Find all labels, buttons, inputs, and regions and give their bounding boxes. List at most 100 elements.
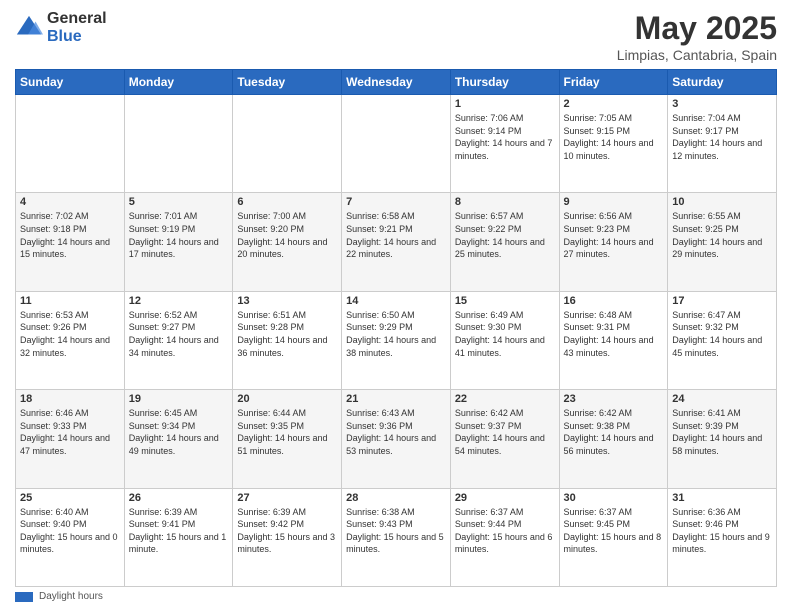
day-info: Sunrise: 7:05 AMSunset: 9:15 PMDaylight:… xyxy=(564,112,664,162)
day-info: Sunrise: 6:36 AMSunset: 9:46 PMDaylight:… xyxy=(672,506,772,556)
day-number: 11 xyxy=(20,295,120,307)
day-number: 7 xyxy=(346,196,446,208)
day-number: 5 xyxy=(129,196,229,208)
calendar-cell: 20 Sunrise: 6:44 AMSunset: 9:35 PMDayligh… xyxy=(233,390,342,488)
legend-label: Daylight hours xyxy=(39,591,103,602)
calendar-week-row: 1 Sunrise: 7:06 AMSunset: 9:14 PMDaylight… xyxy=(16,95,777,193)
day-number: 21 xyxy=(346,393,446,405)
calendar-cell: 9 Sunrise: 6:56 AMSunset: 9:23 PMDaylight… xyxy=(559,193,668,291)
day-number: 16 xyxy=(564,295,664,307)
calendar-cell: 10Sunrise: 6:55 AMSunset: 9:25 PMDayligh… xyxy=(668,193,777,291)
calendar-header-row: SundayMondayTuesdayWednesdayThursdayFrid… xyxy=(16,70,777,95)
day-info: Sunrise: 6:44 AMSunset: 9:35 PMDaylight:… xyxy=(237,407,337,457)
day-info: Sunrise: 6:41 AMSunset: 9:39 PMDaylight:… xyxy=(672,407,772,457)
calendar-cell: 26Sunrise: 6:39 AMSunset: 9:41 PMDayligh… xyxy=(124,488,233,586)
day-number: 15 xyxy=(455,295,555,307)
day-number: 30 xyxy=(564,492,664,504)
day-number: 18 xyxy=(20,393,120,405)
day-info: Sunrise: 7:01 AMSunset: 9:19 PMDaylight:… xyxy=(129,210,229,260)
calendar-cell: 15 Sunrise: 6:49 AMSunset: 9:30 PMDayligh… xyxy=(450,291,559,389)
calendar-cell: 17 Sunrise: 6:47 AMSunset: 9:32 PMDayligh… xyxy=(668,291,777,389)
day-info: Sunrise: 6:47 AMSunset: 9:32 PMDaylight:… xyxy=(672,309,772,359)
day-info: Sunrise: 7:06 AMSunset: 9:14 PMDaylight:… xyxy=(455,112,555,162)
logo-blue: Blue xyxy=(47,28,107,46)
calendar-cell: 1 Sunrise: 7:06 AMSunset: 9:14 PMDaylight… xyxy=(450,95,559,193)
day-info: Sunrise: 6:56 AMSunset: 9:23 PMDaylight:… xyxy=(564,210,664,260)
calendar-cell: 11 Sunrise: 6:53 AMSunset: 9:26 PMDayligh… xyxy=(16,291,125,389)
day-info: Sunrise: 6:40 AMSunset: 9:40 PMDaylight:… xyxy=(20,506,120,556)
calendar-cell: 6Sunrise: 7:00 AMSunset: 9:20 PMDaylight… xyxy=(233,193,342,291)
calendar-cell: 8Sunrise: 6:57 AMSunset: 9:22 PMDaylight… xyxy=(450,193,559,291)
day-info: Sunrise: 6:39 AMSunset: 9:42 PMDaylight:… xyxy=(237,506,337,556)
day-info: Sunrise: 6:37 AMSunset: 9:45 PMDaylight:… xyxy=(564,506,664,556)
calendar-cell: 16 Sunrise: 6:48 AMSunset: 9:31 PMDayligh… xyxy=(559,291,668,389)
weekday-header: Sunday xyxy=(16,70,125,95)
calendar-cell: 13Sunrise: 6:51 AMSunset: 9:28 PMDayligh… xyxy=(233,291,342,389)
day-number: 22 xyxy=(455,393,555,405)
day-info: Sunrise: 6:46 AMSunset: 9:33 PMDaylight:… xyxy=(20,407,120,457)
calendar-cell: 18 Sunrise: 6:46 AMSunset: 9:33 PMDayligh… xyxy=(16,390,125,488)
day-number: 9 xyxy=(564,196,664,208)
day-info: Sunrise: 6:49 AMSunset: 9:30 PMDaylight:… xyxy=(455,309,555,359)
day-info: Sunrise: 6:48 AMSunset: 9:31 PMDaylight:… xyxy=(564,309,664,359)
weekday-header: Saturday xyxy=(668,70,777,95)
calendar-cell: 7 Sunrise: 6:58 AMSunset: 9:21 PMDaylight… xyxy=(342,193,451,291)
calendar-cell: 21Sunrise: 6:43 AMSunset: 9:36 PMDayligh… xyxy=(342,390,451,488)
title-month: May 2025 xyxy=(617,10,777,47)
calendar-cell: 25 Sunrise: 6:40 AMSunset: 9:40 PMDayligh… xyxy=(16,488,125,586)
calendar-cell xyxy=(342,95,451,193)
weekday-header: Monday xyxy=(124,70,233,95)
day-number: 25 xyxy=(20,492,120,504)
logo-icon xyxy=(15,14,43,42)
day-info: Sunrise: 6:37 AMSunset: 9:44 PMDaylight:… xyxy=(455,506,555,556)
day-info: Sunrise: 6:53 AMSunset: 9:26 PMDaylight:… xyxy=(20,309,120,359)
day-number: 12 xyxy=(129,295,229,307)
logo: General Blue xyxy=(15,10,107,45)
calendar-cell: 2 Sunrise: 7:05 AMSunset: 9:15 PMDaylight… xyxy=(559,95,668,193)
calendar-cell xyxy=(233,95,342,193)
calendar-cell: 5 Sunrise: 7:01 AMSunset: 9:19 PMDaylight… xyxy=(124,193,233,291)
day-number: 3 xyxy=(672,98,772,110)
legend: Daylight hours xyxy=(15,591,777,602)
calendar-table: SundayMondayTuesdayWednesdayThursdayFrid… xyxy=(15,69,777,587)
calendar-cell: 31 Sunrise: 6:36 AMSunset: 9:46 PMDayligh… xyxy=(668,488,777,586)
day-info: Sunrise: 6:45 AMSunset: 9:34 PMDaylight:… xyxy=(129,407,229,457)
logo-text: General Blue xyxy=(47,10,107,45)
calendar-cell: 30 Sunrise: 6:37 AMSunset: 9:45 PMDayligh… xyxy=(559,488,668,586)
day-number: 13 xyxy=(237,295,337,307)
calendar-cell: 12 Sunrise: 6:52 AMSunset: 9:27 PMDayligh… xyxy=(124,291,233,389)
day-info: Sunrise: 6:52 AMSunset: 9:27 PMDaylight:… xyxy=(129,309,229,359)
calendar-week-row: 4Sunrise: 7:02 AMSunset: 9:18 PMDaylight… xyxy=(16,193,777,291)
logo-general: General xyxy=(47,10,107,28)
weekday-header: Friday xyxy=(559,70,668,95)
calendar-cell: 4Sunrise: 7:02 AMSunset: 9:18 PMDaylight… xyxy=(16,193,125,291)
calendar-cell: 28Sunrise: 6:38 AMSunset: 9:43 PMDayligh… xyxy=(342,488,451,586)
day-number: 2 xyxy=(564,98,664,110)
calendar-cell: 23Sunrise: 6:42 AMSunset: 9:38 PMDayligh… xyxy=(559,390,668,488)
day-number: 20 xyxy=(237,393,337,405)
header: General Blue May 2025 Limpias, Cantabria… xyxy=(15,10,777,63)
day-info: Sunrise: 6:38 AMSunset: 9:43 PMDaylight:… xyxy=(346,506,446,556)
calendar-cell: 19Sunrise: 6:45 AMSunset: 9:34 PMDayligh… xyxy=(124,390,233,488)
day-number: 26 xyxy=(129,492,229,504)
day-number: 14 xyxy=(346,295,446,307)
weekday-header: Tuesday xyxy=(233,70,342,95)
day-info: Sunrise: 6:50 AMSunset: 9:29 PMDaylight:… xyxy=(346,309,446,359)
day-number: 10 xyxy=(672,196,772,208)
day-info: Sunrise: 7:02 AMSunset: 9:18 PMDaylight:… xyxy=(20,210,120,260)
day-number: 1 xyxy=(455,98,555,110)
day-number: 8 xyxy=(455,196,555,208)
day-number: 17 xyxy=(672,295,772,307)
calendar-cell: 29Sunrise: 6:37 AMSunset: 9:44 PMDayligh… xyxy=(450,488,559,586)
calendar-cell xyxy=(16,95,125,193)
day-info: Sunrise: 7:00 AMSunset: 9:20 PMDaylight:… xyxy=(237,210,337,260)
day-number: 27 xyxy=(237,492,337,504)
weekday-header: Thursday xyxy=(450,70,559,95)
day-info: Sunrise: 6:58 AMSunset: 9:21 PMDaylight:… xyxy=(346,210,446,260)
calendar-cell: 14 Sunrise: 6:50 AMSunset: 9:29 PMDayligh… xyxy=(342,291,451,389)
day-number: 31 xyxy=(672,492,772,504)
day-info: Sunrise: 7:04 AMSunset: 9:17 PMDaylight:… xyxy=(672,112,772,162)
calendar-week-row: 11 Sunrise: 6:53 AMSunset: 9:26 PMDayligh… xyxy=(16,291,777,389)
calendar-cell: 24Sunrise: 6:41 AMSunset: 9:39 PMDayligh… xyxy=(668,390,777,488)
day-info: Sunrise: 6:42 AMSunset: 9:38 PMDaylight:… xyxy=(564,407,664,457)
